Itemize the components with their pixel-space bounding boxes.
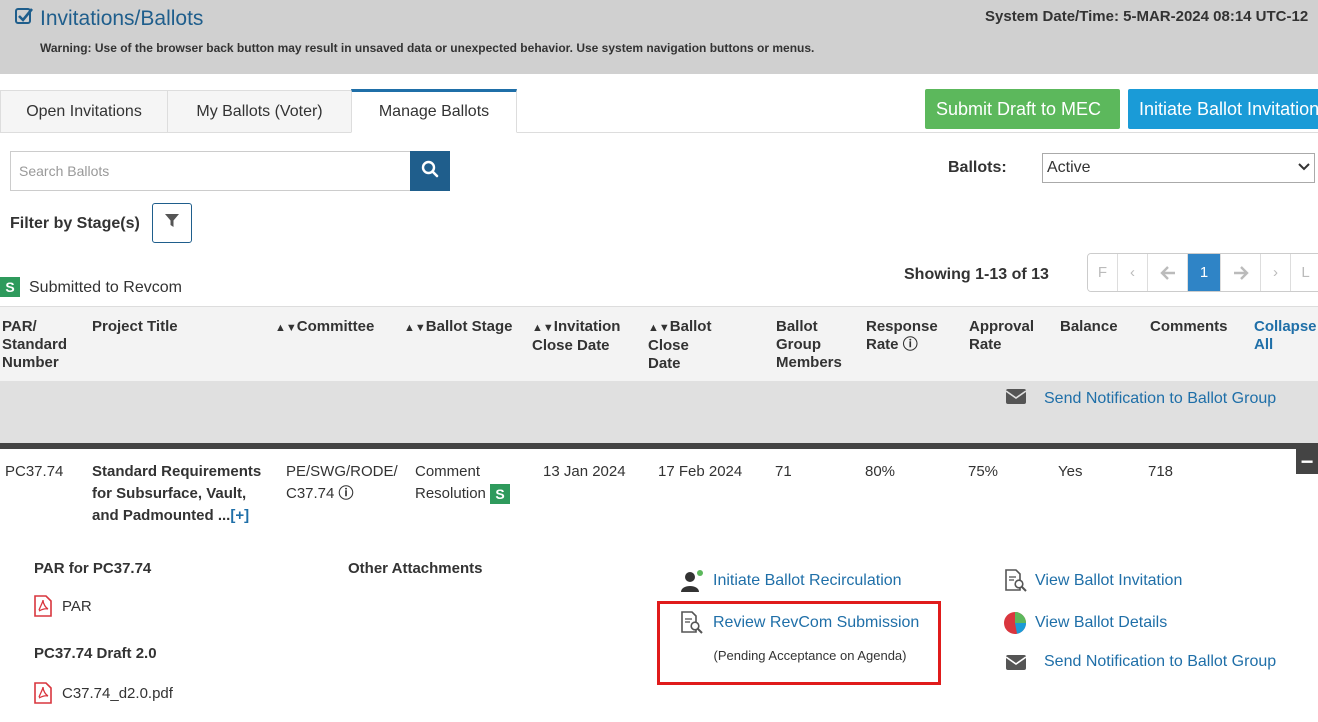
view-details-link[interactable]: View Ballot Details [1003,611,1167,635]
arrow-right-icon [1233,265,1249,280]
row-divider [0,443,1318,449]
title-text: Invitations/Ballots [40,7,204,30]
group-members-link[interactable]: 71 [775,461,792,483]
col-ballot-stage[interactable]: ▲▼Ballot Stage [404,318,512,337]
ballot-close-value: 17 Feb 2024 [658,463,743,480]
par-link[interactable]: PC37.74 [5,461,63,483]
col-balance: Balance [1060,318,1118,335]
pdf-icon [34,682,52,704]
stage-badge: S [490,484,511,505]
page-next-arrow[interactable] [1221,254,1261,291]
col-ballot-close[interactable]: ▲▼Ballot Close Date [648,318,718,373]
ballots-select[interactable]: Active [1042,153,1315,183]
col-project-title: Project Title [92,318,178,335]
pie-chart-icon [1004,612,1026,634]
invitation-close-value: 13 Jan 2024 [543,463,626,480]
par-file-link[interactable]: PAR [34,595,92,617]
draft-file-link[interactable]: C37.74_d2.0.pdf [34,682,173,704]
other-attachments-heading: Other Attachments [348,560,483,577]
sort-icon: ▲▼ [532,322,554,334]
info-icon[interactable]: ⓘ [339,485,354,502]
showing-count: Showing 1-13 of 13 [904,266,1049,283]
project-title: Standard Requirements for Subsurface, Va… [92,463,262,524]
ballots-label: Ballots: [948,159,1007,176]
par-heading: PAR for PC37.74 [34,560,152,577]
sort-icon: ▲▼ [275,322,297,334]
send-notification-link[interactable]: Send Notification to Ballot Group [1006,653,1276,671]
committee-value: PE/SWG/RODE/C37.74 ⓘ [286,463,398,502]
sort-icon: ▲▼ [404,322,426,334]
tab-manage-ballots[interactable]: Manage Ballots [351,89,517,133]
initiate-invitation-button[interactable]: Initiate Ballot Invitation [1128,89,1318,129]
col-par: PAR/ Standard Number [2,318,68,371]
ballots-selected: Active [1047,159,1091,176]
envelope-icon [1006,654,1026,670]
col-committee[interactable]: ▲▼Committee [275,318,374,337]
initiate-recirculation-link[interactable]: Initiate Ballot Recirculation [681,570,902,592]
chevron-down-icon [1298,159,1310,177]
sort-icon: ▲▼ [648,322,670,334]
document-search-icon [681,611,703,634]
filter-icon [165,214,179,232]
page-prev[interactable]: ‹ [1118,254,1148,291]
comments-link[interactable]: 718 [1148,461,1173,483]
page-title: Invitations/Ballots [14,6,203,32]
envelope-icon [1005,389,1027,409]
arrow-left-icon [1159,265,1175,280]
col-invitation-close[interactable]: ▲▼Invitation Close Date [532,318,622,355]
page-next[interactable]: › [1261,254,1291,291]
page-first[interactable]: F [1088,254,1118,291]
document-search-icon [1005,569,1027,592]
info-icon[interactable]: ⓘ [903,336,918,353]
ballot-stage-value: Comment Resolution S [415,461,520,505]
tab-open-invitations[interactable]: Open Invitations [0,90,168,133]
filter-stage-button[interactable] [152,203,192,243]
search-button[interactable] [410,151,450,191]
col-comments: Comments [1150,318,1228,335]
response-rate-value: 80% [865,463,896,480]
search-input[interactable] [10,151,411,191]
approval-rate-value: 75% [968,463,999,480]
system-datetime: System Date/Time: 5-MAR-2024 08:14 UTC-1… [985,8,1309,25]
pagination: F ‹ 1 › L [1087,253,1318,292]
expand-title-link[interactable]: [+] [230,507,249,524]
submitted-badge: S [0,277,20,297]
tab-my-ballots[interactable]: My Ballots (Voter) [167,90,352,133]
submit-draft-button[interactable]: Submit Draft to MEC [925,89,1120,129]
warning-text: Warning: Use of the browser back button … [40,41,815,55]
balance-link[interactable]: Yes [1058,461,1082,483]
page-last[interactable]: L [1291,254,1318,291]
pdf-icon [34,595,52,617]
pending-note: (Pending Acceptance on Agenda) [713,648,907,663]
page-prev-arrow[interactable] [1148,254,1188,291]
view-invitation-link[interactable]: View Ballot Invitation [1005,569,1182,593]
user-add-icon [681,570,703,592]
review-revcom-link[interactable]: Review RevCom Submission [681,611,919,635]
col-group-members: Ballot Group Members [776,318,842,371]
collapse-all-link[interactable]: Collapse All [1254,318,1318,354]
col-approval-rate: Approval Rate [969,318,1035,353]
search-icon [421,160,439,182]
legend-text: Submitted to Revcom [29,279,182,296]
draft-heading: PC37.74 Draft 2.0 [34,645,157,662]
group-notification-link[interactable]: Send Notification to Ballot Group [1005,389,1276,409]
col-response-rate: Response Rate ⓘ [866,318,938,353]
page-current[interactable]: 1 [1188,254,1221,291]
checkbox-icon [14,6,34,32]
filter-stage-label: Filter by Stage(s) [10,215,140,232]
collapse-row-button[interactable]: − [1296,449,1318,474]
